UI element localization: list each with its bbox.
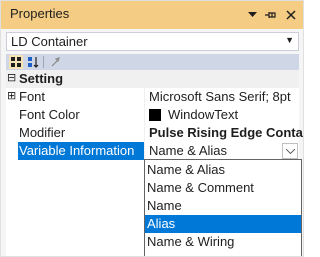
chevron-down-icon: ▼ [285,35,294,45]
chevron-down-icon [285,148,295,154]
property-row-font[interactable]: ⊞ Font Microsoft Sans Serif; 8pt [6,88,299,106]
variable-information-dropdown: Name & Alias Name & Comment Name Alias N… [144,159,302,256]
property-name: Modifier [19,125,66,140]
column-divider [144,142,145,160]
category-label: Setting [19,71,64,86]
collapse-icon[interactable]: ⊟ [7,71,16,84]
object-selector-value: LD Container [11,34,88,49]
close-icon[interactable] [281,1,301,29]
category-setting[interactable]: ⊟ Setting [6,70,299,88]
properties-panel: Properties LD Container ▼ ⊟ Setting ⊞ Fo… [0,0,304,257]
property-name: Font [19,89,46,104]
object-selector[interactable]: LD Container ▼ [6,32,299,51]
property-value[interactable]: Name & Alias [149,143,227,158]
column-divider [144,88,145,106]
dropdown-option[interactable]: Name [145,197,301,215]
categorized-icon[interactable] [9,55,23,69]
pin-icon[interactable] [261,1,281,29]
property-value[interactable]: Microsoft Sans Serif; 8pt [149,89,291,104]
dropdown-option[interactable]: Name & Alias [145,161,301,179]
dropdown-option-highlighted[interactable]: Alias [145,215,301,233]
toolbar-separator [43,56,44,68]
property-row-modifier[interactable]: Modifier Pulse Rising Edge Contact [6,124,303,142]
property-row-font-color[interactable]: Font Color WindowText [6,106,299,124]
combo-dropdown-button[interactable] [282,143,298,159]
alphabetical-icon[interactable] [26,55,40,69]
dropdown-option[interactable]: Name & Comment [145,179,301,197]
properties-toolbar [6,54,299,70]
property-name: Variable Information [19,143,135,158]
property-value[interactable]: Pulse Rising Edge Contact [149,125,303,140]
property-row-variable-information[interactable]: Variable Information Name & Alias [6,142,299,160]
dropdown-arrow-icon[interactable] [242,1,262,29]
column-divider [144,124,145,142]
color-swatch [149,109,161,121]
column-divider [144,106,145,124]
property-pages-icon[interactable] [48,55,62,69]
expand-icon[interactable]: ⊞ [7,89,16,102]
property-value[interactable]: WindowText [168,107,238,122]
property-name: Font Color [19,107,80,122]
title-bar: Properties [1,1,303,29]
dropdown-option[interactable]: Name & Wiring [145,233,301,251]
panel-title: Properties [10,6,70,21]
